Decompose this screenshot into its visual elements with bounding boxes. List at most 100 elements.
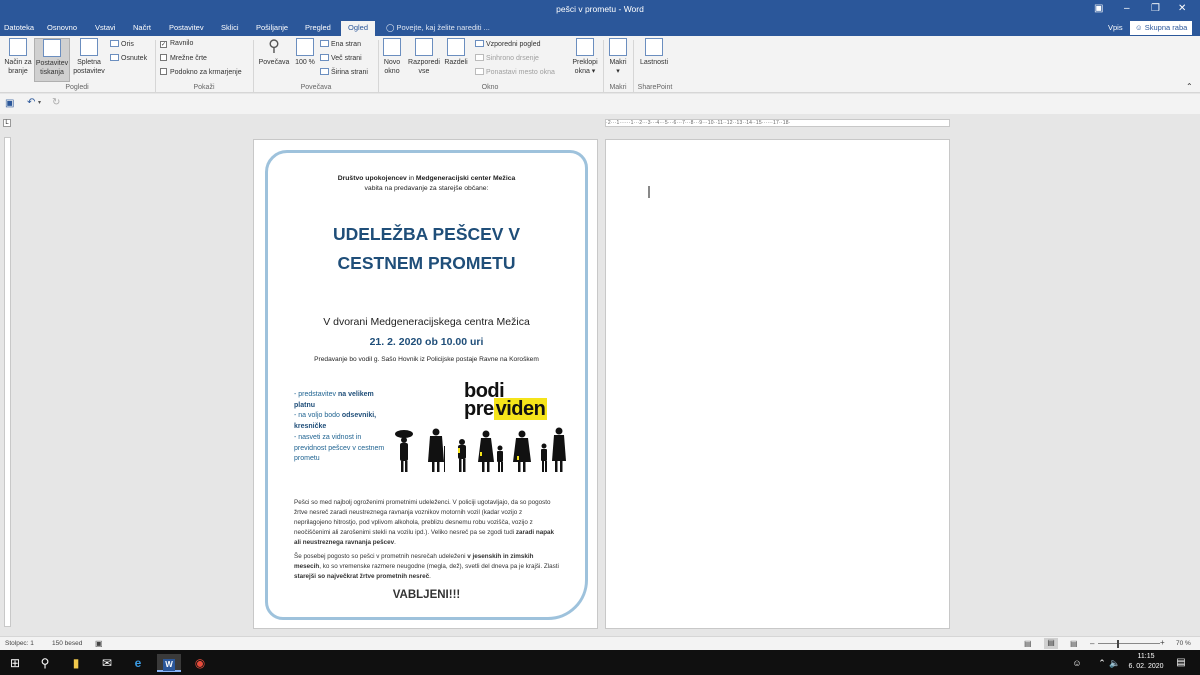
zoom-level[interactable]: 70 % (1176, 640, 1191, 647)
read-mode-view-icon[interactable]: ▤ (1024, 639, 1032, 648)
separator (378, 40, 379, 92)
split-button[interactable]: Razdeli (442, 38, 470, 67)
bullet-list: - predstavitev na velikem platnu - na vo… (294, 390, 394, 465)
close-icon[interactable]: ✕ (1178, 3, 1186, 14)
new-window-button[interactable]: Novo okno (380, 38, 404, 76)
collapse-ribbon-icon[interactable]: ⌃ (1186, 82, 1193, 91)
mail-icon[interactable]: ✉ (98, 654, 116, 672)
undo-dropdown-icon[interactable]: ▾ (38, 99, 41, 106)
list-item: - nasveti za vidnost in previdnost pešce… (294, 433, 385, 463)
ribbon: Način za branje Postavitev tiskanja Sple… (0, 36, 1200, 93)
page-1[interactable]: Društvo upokojencev in Medgeneracijski c… (253, 139, 598, 629)
vertical-ruler[interactable] (4, 137, 11, 627)
dropdown-arrow-icon: ▾ (589, 68, 596, 75)
tab-review[interactable]: Pregled (305, 23, 331, 32)
text-cursor (648, 186, 650, 198)
print-layout-view-icon[interactable]: ▤ (1044, 638, 1058, 649)
arrange-all-icon (415, 38, 433, 56)
multiple-pages-button[interactable]: Več strani (320, 54, 362, 62)
window-title: pešci v prometu - Word (556, 4, 644, 14)
zoom-100-button[interactable]: 100 % (293, 38, 317, 67)
paragraph-1: Pešci so med najbolj ogroženimi prometni… (294, 499, 555, 546)
clock[interactable]: 11:15 6. 02. 2020 (1128, 652, 1164, 672)
arrange-all-button[interactable]: Razporedi vse (406, 38, 442, 76)
tab-mailings[interactable]: Pošiljanje (256, 23, 288, 32)
restore-icon[interactable]: ❐ (1151, 3, 1160, 14)
ribbon-display-icon[interactable]: ▣ (1094, 3, 1103, 14)
side-by-side-button[interactable]: Vzporedni pogled (475, 40, 541, 48)
sync-scroll-icon (475, 54, 484, 61)
sign-in-link[interactable]: Vpis (1108, 23, 1123, 32)
print-layout-icon (43, 39, 61, 57)
tab-layout[interactable]: Postavitev (169, 23, 204, 32)
lightbulb-icon: ◯ (386, 23, 397, 32)
zoom-slider-thumb[interactable] (1117, 640, 1119, 648)
paragraph-2: Še posebej pogosto so pešci v prometnih … (294, 553, 559, 580)
tab-references[interactable]: Sklici (221, 23, 239, 32)
navigation-pane-checkbox[interactable]: Podokno za krmarjenje (160, 68, 242, 76)
page-width-button[interactable]: Širina strani (320, 68, 368, 76)
taskbar: ⊞ ⚲ ▮ ✉ e W ◉ ☺ ⌃ 🔈 11:15 6. 02. 2020 ▤ (0, 650, 1200, 675)
zoom-in-icon[interactable]: + (1160, 638, 1165, 647)
draft-button[interactable]: Osnutek (110, 54, 147, 62)
new-window-icon (383, 38, 401, 56)
ruler-checkbox[interactable]: ✓ Ravnilo (160, 40, 193, 48)
column-indicator[interactable]: Stolpec: 1 (5, 640, 34, 647)
zoom-100-icon (296, 38, 314, 56)
page-width-icon (320, 68, 329, 75)
status-bar: Stolpec: 1 150 besed ▣ ▤ ▤ ▤ – + 70 % (0, 636, 1200, 650)
side-by-side-icon (475, 40, 484, 47)
synchronous-scrolling-button: Sinhrono drsenje (475, 54, 539, 62)
read-mode-button[interactable]: Način za branje (2, 38, 34, 76)
web-layout-view-icon[interactable]: ▤ (1070, 639, 1078, 648)
volume-icon[interactable]: 🔈 (1106, 654, 1124, 672)
outline-icon (110, 40, 119, 47)
tab-design[interactable]: Načrt (133, 23, 151, 32)
outline-button[interactable]: Oris (110, 40, 134, 48)
one-page-button[interactable]: Ena stran (320, 40, 361, 48)
word-count[interactable]: 150 besed (52, 640, 82, 647)
search-icon[interactable]: ⚲ (36, 654, 54, 672)
notifications-icon[interactable]: ▤ (1172, 654, 1190, 672)
split-icon (447, 38, 465, 56)
web-layout-button[interactable]: Spletna postavitev (71, 38, 107, 76)
zoom-out-icon[interactable]: – (1090, 639, 1094, 648)
save-icon[interactable]: ▣ (5, 98, 14, 109)
tab-view[interactable]: Ogled (341, 21, 376, 36)
edge-icon[interactable]: e (129, 654, 147, 672)
chrome-icon[interactable]: ◉ (191, 654, 209, 672)
file-explorer-icon[interactable]: ▮ (67, 654, 85, 672)
windows-start-icon[interactable]: ⊞ (6, 654, 24, 672)
minimize-icon[interactable]: – (1124, 3, 1130, 14)
group-window-label: Okno (481, 84, 499, 91)
magnifier-icon: ⚲ (268, 38, 280, 55)
gridlines-checkbox[interactable]: Mrežne črte (160, 54, 207, 62)
zoom-button[interactable]: ⚲ Povečava (256, 38, 292, 67)
tab-insert[interactable]: Vstavi (95, 23, 115, 32)
title-line-2: CESTNEM PROMETU (337, 253, 516, 273)
print-layout-button[interactable]: Postavitev tiskanja (34, 38, 70, 82)
zoom-slider[interactable] (1098, 643, 1160, 644)
list-item: - predstavitev na velikem platnu (294, 391, 374, 409)
properties-icon (645, 38, 663, 56)
web-layout-icon (80, 38, 98, 56)
tell-me-box[interactable]: ◯ Povejte, kaj želite narediti ... (386, 23, 490, 32)
one-page-icon (320, 40, 329, 47)
people-icon[interactable]: ☺ (1068, 654, 1086, 672)
draft-icon (110, 54, 119, 61)
share-button[interactable]: ☺ Skupna raba (1130, 21, 1193, 35)
undo-icon[interactable]: ↶ (27, 97, 35, 108)
pedestrian-silhouettes-image (395, 427, 566, 472)
horizontal-ruler[interactable]: ·2···1······1···2···3···4···5···6···7···… (605, 119, 950, 127)
word-taskbar-icon[interactable]: W (157, 654, 181, 672)
tab-selector-icon[interactable]: L (3, 119, 11, 127)
reset-window-position-button: Ponastavi mesto okna (475, 68, 555, 76)
tab-file[interactable]: Datoteka (4, 23, 34, 32)
page-2[interactable] (605, 139, 950, 629)
switch-windows-button[interactable]: Preklopi okna ▾ (568, 38, 602, 76)
properties-button[interactable]: Lastnosti (636, 38, 672, 67)
proofing-icon[interactable]: ▣ (95, 639, 103, 648)
macros-button[interactable]: Makri ▾ (605, 38, 631, 76)
group-macros-label: Makri (609, 84, 627, 91)
tab-home[interactable]: Osnovno (47, 23, 77, 32)
